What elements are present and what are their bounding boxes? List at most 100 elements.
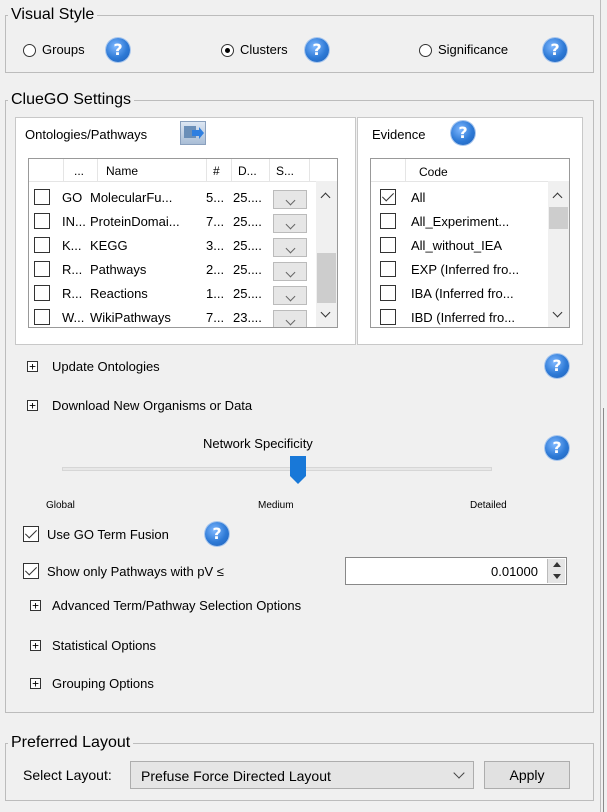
ontology-row-status-dropdown[interactable] bbox=[273, 262, 307, 281]
statistical-options-expand-icon[interactable]: + bbox=[30, 640, 41, 651]
scrollbar-thumb[interactable] bbox=[317, 253, 336, 303]
ontology-row-date: 25.... bbox=[233, 286, 262, 301]
download-new-expand-icon[interactable]: + bbox=[27, 400, 38, 411]
ontology-row-checkbox[interactable] bbox=[34, 213, 50, 229]
ontology-row-date: 23.... bbox=[233, 310, 262, 325]
ontology-row-date: 25.... bbox=[233, 214, 262, 229]
use-go-term-fusion-checkbox[interactable] bbox=[23, 526, 39, 542]
update-ontologies-label[interactable]: Update Ontologies bbox=[52, 359, 160, 374]
visual-style-legend: Visual Style bbox=[8, 6, 98, 24]
ontology-row-count: 1... bbox=[206, 286, 225, 301]
col-header-code[interactable]: Code bbox=[419, 165, 479, 179]
ontology-row-date: 25.... bbox=[233, 190, 262, 205]
clusters-radio[interactable] bbox=[221, 44, 234, 57]
update-ontologies-expand-icon[interactable]: + bbox=[27, 361, 38, 372]
statistical-options-label[interactable]: Statistical Options bbox=[52, 638, 156, 653]
update-icon[interactable] bbox=[180, 121, 206, 145]
preferred-layout-legend: Preferred Layout bbox=[8, 734, 134, 752]
pvalue-input[interactable]: 0.01000 bbox=[491, 564, 538, 579]
col-divider bbox=[97, 159, 98, 181]
select-layout-label: Select Layout: bbox=[23, 767, 112, 783]
col-divider bbox=[206, 159, 207, 181]
specificity-slider-track[interactable] bbox=[62, 467, 492, 471]
col-divider bbox=[63, 159, 64, 181]
grouping-options-label[interactable]: Grouping Options bbox=[52, 676, 154, 691]
evidence-row-code: All bbox=[411, 190, 426, 205]
ontology-row-name: MolecularFu... bbox=[90, 190, 173, 205]
scroll-up-arrow-icon[interactable] bbox=[552, 192, 563, 203]
ontology-row-checkbox[interactable] bbox=[34, 309, 50, 325]
help-icon[interactable]: ? bbox=[451, 121, 475, 145]
scroll-up-arrow-icon[interactable] bbox=[320, 192, 331, 203]
specificity-slider-thumb[interactable] bbox=[290, 456, 306, 484]
grouping-options-expand-icon[interactable]: + bbox=[30, 678, 41, 689]
col-header-prefix[interactable]: ... bbox=[74, 164, 98, 178]
clusters-label[interactable]: Clusters bbox=[240, 42, 288, 57]
advanced-options-expand-icon[interactable]: + bbox=[30, 600, 41, 611]
ontology-row-date: 25.... bbox=[233, 262, 262, 277]
groups-label[interactable]: Groups bbox=[42, 42, 85, 57]
scrollbar-thumb[interactable] bbox=[549, 207, 568, 229]
spinner-up-icon[interactable] bbox=[553, 562, 561, 567]
layout-select[interactable]: Prefuse Force Directed Layout bbox=[130, 761, 474, 789]
col-header-date[interactable]: D... bbox=[238, 164, 262, 178]
ontology-row-prefix: IN... bbox=[62, 214, 86, 229]
ontology-row-prefix: R... bbox=[62, 286, 83, 301]
scroll-down-arrow-icon[interactable] bbox=[320, 307, 331, 318]
significance-label[interactable]: Significance bbox=[438, 42, 508, 57]
advanced-options-label[interactable]: Advanced Term/Pathway Selection Options bbox=[52, 598, 301, 613]
evidence-row-checkbox[interactable] bbox=[380, 309, 396, 325]
evidence-row-checkbox[interactable] bbox=[380, 237, 396, 253]
ontology-row-name: ProteinDomai... bbox=[90, 214, 180, 229]
spinner-down-icon[interactable] bbox=[553, 574, 561, 579]
evidence-row-checkbox[interactable] bbox=[380, 285, 396, 301]
ontologies-title: Ontologies/Pathways bbox=[25, 127, 148, 142]
ontology-row-name: WikiPathways bbox=[90, 310, 171, 325]
apply-button[interactable]: Apply bbox=[484, 761, 570, 789]
specificity-label-medium: Medium bbox=[258, 500, 294, 511]
ontology-row-status-dropdown[interactable] bbox=[273, 286, 307, 305]
chevron-down-icon bbox=[453, 767, 465, 779]
col-header-status[interactable]: S... bbox=[276, 164, 300, 178]
groups-radio[interactable] bbox=[23, 44, 36, 57]
evidence-row-checkbox[interactable] bbox=[380, 189, 396, 205]
ontology-row-checkbox[interactable] bbox=[34, 261, 50, 277]
col-divider bbox=[405, 159, 406, 181]
ontology-row-checkbox[interactable] bbox=[34, 237, 50, 253]
show-only-pathways-checkbox[interactable] bbox=[23, 563, 39, 579]
ontology-row-name: KEGG bbox=[90, 238, 128, 253]
help-icon[interactable]: ? bbox=[545, 436, 569, 460]
help-icon[interactable]: ? bbox=[305, 38, 329, 62]
pvalue-spinner[interactable]: 0.01000 bbox=[345, 557, 567, 585]
evidence-table[interactable]: Code All All_Experiment... All_without_I… bbox=[370, 158, 570, 328]
help-icon[interactable]: ? bbox=[545, 354, 569, 378]
ontologies-table-header bbox=[29, 159, 317, 182]
evidence-row-checkbox[interactable] bbox=[380, 261, 396, 277]
help-icon[interactable]: ? bbox=[543, 38, 567, 62]
evidence-row-code: IBA (Inferred fro... bbox=[411, 286, 514, 301]
ontology-row-checkbox[interactable] bbox=[34, 189, 50, 205]
evidence-title: Evidence bbox=[372, 127, 426, 142]
ontology-row-status-dropdown[interactable] bbox=[273, 214, 307, 233]
scroll-down-arrow-icon[interactable] bbox=[552, 307, 563, 318]
ontology-row-status-dropdown[interactable] bbox=[273, 238, 307, 257]
col-divider bbox=[309, 159, 310, 181]
use-go-term-fusion-label[interactable]: Use GO Term Fusion bbox=[47, 527, 169, 542]
network-specificity-title: Network Specificity bbox=[203, 436, 313, 451]
show-only-pathways-label[interactable]: Show only Pathways with pV ≤ bbox=[47, 564, 224, 579]
significance-radio[interactable] bbox=[419, 44, 432, 57]
ontology-row-status-dropdown[interactable] bbox=[273, 190, 307, 209]
ontology-row-count: 5... bbox=[206, 190, 225, 205]
ontologies-table[interactable]: ... Name # D... S... GO MolecularFu... 5… bbox=[28, 158, 338, 328]
ontology-row-checkbox[interactable] bbox=[34, 285, 50, 301]
ontology-row-status-dropdown[interactable] bbox=[273, 310, 307, 327]
evidence-scrollbar[interactable] bbox=[548, 181, 569, 327]
help-icon[interactable]: ? bbox=[106, 38, 130, 62]
download-new-label[interactable]: Download New Organisms or Data bbox=[52, 398, 252, 413]
evidence-row-checkbox[interactable] bbox=[380, 213, 396, 229]
col-header-name[interactable]: Name bbox=[106, 164, 166, 178]
col-divider bbox=[269, 159, 270, 181]
help-icon[interactable]: ? bbox=[205, 522, 229, 546]
ontologies-scrollbar[interactable] bbox=[316, 181, 337, 327]
col-header-count[interactable]: # bbox=[213, 164, 227, 178]
